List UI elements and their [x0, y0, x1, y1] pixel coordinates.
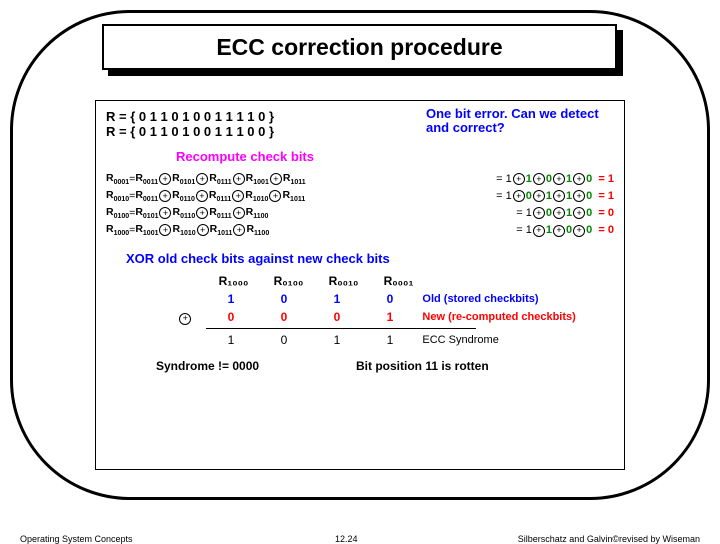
- res-2: 0: [257, 333, 310, 347]
- footer-center: 12.24: [335, 534, 358, 544]
- xor-h4: R₀₀₀₁: [384, 274, 414, 288]
- old-2: 0: [257, 292, 310, 306]
- res-4: 1: [363, 333, 416, 347]
- res-3: 1: [310, 333, 363, 347]
- xor-icon: +: [179, 313, 191, 325]
- slide-title: ECC correction procedure: [102, 24, 617, 70]
- new-3: 0: [310, 310, 363, 324]
- recompute-heading: Recompute check bits: [176, 149, 614, 164]
- new-1: 0: [205, 310, 258, 324]
- syndrome-line: Syndrome != 0000 Bit position 11 is rott…: [106, 359, 614, 373]
- calc-row-2: R0100= R0101+R0110+R0111+R1100= 1+0+1+0 …: [106, 206, 614, 220]
- hr: [206, 328, 476, 329]
- new-label: New (re-computed checkbits): [416, 311, 614, 323]
- sidenote: One bit error. Can we detect and correct…: [426, 107, 618, 136]
- xor-result-row: 1 0 1 1 ECC Syndrome: [166, 331, 614, 349]
- content-box: R = { 0 1 1 0 1 0 0 1 1 1 1 0 } R = { 0 …: [95, 100, 625, 470]
- xor-h1: R₁₀₀₀: [219, 274, 249, 288]
- xor-new-row: + 0 0 0 1 New (re-computed checkbits): [166, 308, 614, 326]
- new-2: 0: [257, 310, 310, 324]
- syndrome-left: Syndrome != 0000: [106, 359, 356, 373]
- xor-table: R₁₀₀₀ R₀₁₀₀ R₀₀₁₀ R₀₀₀₁ 1 0 1 0 Old (sto…: [166, 272, 614, 349]
- title-container: ECC correction procedure: [102, 24, 617, 70]
- xor-h2: R₀₁₀₀: [274, 274, 304, 288]
- old-4: 0: [363, 292, 416, 306]
- footer-left: Operating System Concepts: [20, 534, 133, 544]
- xor-h3: R₀₀₁₀: [329, 274, 359, 288]
- footer-right: Silberschatz and Galvin©revised by Wisem…: [518, 534, 700, 544]
- syn-label: ECC Syndrome: [416, 334, 614, 346]
- calc-row-0: R0001= R0011+R0101+R0111+R1001+R1011= 1+…: [106, 172, 614, 186]
- calc-row-3: R1000= R1001+R1010+R1011+R1100= 1+1+0+0 …: [106, 223, 614, 237]
- res-1: 1: [205, 333, 258, 347]
- calc-row-1: R0010= R0011+R0110+R0111+R1010+R1011= 1+…: [106, 189, 614, 203]
- old-1: 1: [205, 292, 258, 306]
- xor-heading: XOR old check bits against new check bit…: [126, 251, 614, 266]
- new-4: 1: [363, 310, 416, 324]
- xor-header-row: R₁₀₀₀ R₀₁₀₀ R₀₀₁₀ R₀₀₀₁: [166, 272, 614, 290]
- syndrome-right: Bit position 11 is rotten: [356, 359, 489, 373]
- old-label: Old (stored checkbits): [416, 293, 614, 305]
- xor-old-row: 1 0 1 0 Old (stored checkbits): [166, 290, 614, 308]
- old-3: 1: [310, 292, 363, 306]
